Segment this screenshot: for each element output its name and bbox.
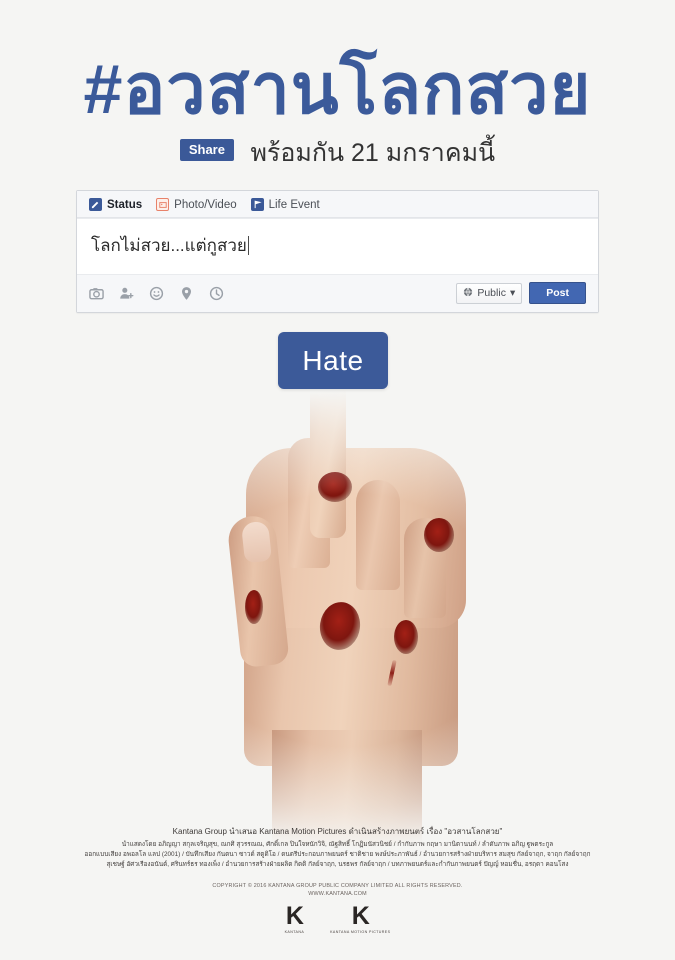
status-input[interactable]: โลกไม่สวย...แต่กูสวย — [77, 218, 598, 275]
studio-logos: K KANTANA K KANTANA MOTION PICTURES — [0, 903, 675, 935]
composer-tabs: Status Photo/Video Life Event — [77, 191, 598, 218]
status-composer: Status Photo/Video Life Event โลกไม่สวย.… — [76, 190, 599, 313]
status-input-value: โลกไม่สวย...แต่กูสวย — [91, 236, 247, 255]
tab-status[interactable]: Status — [89, 198, 142, 211]
release-date-text: พร้อมกัน 21 มกราคมนี้ — [250, 139, 496, 167]
subtitle-row: Share พร้อมกัน 21 มกราคมนี้ — [0, 133, 675, 173]
clock-icon[interactable] — [209, 286, 224, 301]
wound-pinky-knuckle — [424, 518, 454, 552]
globe-icon — [463, 287, 473, 300]
hand-stage — [0, 330, 675, 850]
tag-person-icon[interactable] — [119, 286, 134, 301]
wound-middle-knuckle — [318, 472, 352, 502]
logo-caption: KANTANA MOTION PICTURES — [330, 930, 391, 934]
camera-icon[interactable] — [89, 286, 104, 301]
composer-footer: Public ▾ Post — [77, 275, 598, 312]
credits-block: Kantana Group นำเสนอ Kantana Motion Pict… — [0, 826, 675, 870]
share-button[interactable]: Share — [179, 139, 234, 161]
credits-line: ออกแบบเสียง อพอลโล แลป (2001) / บันทึกเส… — [84, 851, 591, 858]
logo-mark: K — [285, 902, 304, 930]
tab-photo-video[interactable]: Photo/Video — [156, 198, 237, 211]
wound-thumb — [245, 590, 263, 624]
chevron-down-icon: ▾ — [509, 287, 516, 299]
hand-photo — [0, 330, 675, 850]
logo-caption: KANTANA — [284, 930, 305, 934]
flag-icon — [250, 198, 264, 211]
tab-life-event[interactable]: Life Event — [250, 198, 320, 211]
logo-mark: K — [351, 902, 370, 930]
credits-line: นำแสดงโดย อภิญญา สกุลเจริญสุข, ณกศิ สุวร… — [121, 841, 554, 848]
logo-kantana: K KANTANA — [285, 903, 305, 935]
tab-life-event-label: Life Event — [268, 198, 320, 211]
text-cursor — [247, 236, 249, 255]
finger-ring — [356, 480, 400, 590]
pencil-icon — [89, 198, 102, 211]
website-text: WWW.KANTANA.COM — [308, 891, 367, 897]
privacy-selector[interactable]: Public ▾ — [456, 282, 523, 304]
logo-kantana-motion-pictures: K KANTANA MOTION PICTURES — [330, 903, 390, 935]
tab-photo-video-label: Photo/Video — [174, 198, 237, 211]
emoji-icon[interactable] — [149, 286, 164, 301]
hate-button[interactable]: Hate — [278, 332, 388, 389]
post-button[interactable]: Post — [529, 282, 586, 304]
privacy-label: Public — [477, 287, 506, 299]
copyright-text: COPYRIGHT © 2016 KANTANA GROUP PUBLIC CO… — [212, 883, 463, 889]
credits-line: สุเชษฐ์ อัศวเรืองอนันต์, ศรินทร์ธร ทองเพ… — [106, 861, 569, 868]
credits-headline: Kantana Group นำเสนอ Kantana Motion Pict… — [172, 827, 503, 836]
tab-status-label: Status — [107, 198, 143, 211]
location-pin-icon[interactable] — [179, 286, 194, 301]
copyright-block: COPYRIGHT © 2016 KANTANA GROUP PUBLIC CO… — [0, 882, 675, 898]
wound-hand-small — [394, 620, 418, 654]
page-title: #อวสานโลกสวย — [83, 50, 592, 128]
photo-icon — [156, 198, 170, 211]
composer-action-icons — [89, 286, 224, 301]
poster-root: #อวสานโลกสวย Share พร้อมกัน 21 มกราคมนี้… — [0, 0, 675, 960]
